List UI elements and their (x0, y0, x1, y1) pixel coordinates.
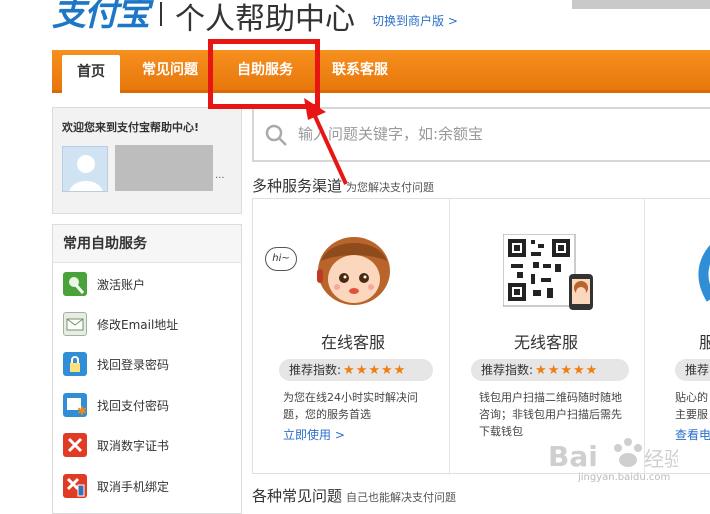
watermark-text: Bai (548, 440, 598, 473)
annotation-arrow-icon (304, 98, 348, 185)
watermark-text-2: 经验 (644, 447, 678, 471)
service-item-activate[interactable]: 激活账户 (63, 269, 145, 299)
rating-badge: 推荐指数: ★★★★★ (471, 359, 629, 381)
common-services-panel: 常用自助服务 激活账户 修改Email地址 找回登录密码 ✱ 找回支付密码 取消… (52, 224, 242, 514)
search-icon (265, 124, 287, 146)
channel-title: 在线客服 (321, 333, 386, 352)
tab-home-label: 首页 (77, 64, 105, 80)
services-title: 常用自助服务 (53, 225, 241, 263)
header: 支付宝 个人帮助中心 切换到商户版 > (0, 0, 710, 45)
rating-label: 推荐指数: (289, 363, 342, 377)
alipay-logo[interactable]: 支付宝 (52, 0, 150, 35)
svg-text:✱: ✱ (77, 404, 87, 417)
welcome-text: 欢迎您来到支付宝帮助中心! (62, 121, 200, 134)
tab-home[interactable]: 首页 (62, 55, 120, 93)
channels-subtitle: 为您解决支付问题 (346, 181, 435, 194)
rating-label: 推荐 (685, 363, 710, 377)
use-now-link[interactable]: 立即使用 > (283, 426, 345, 443)
description-line: 钱包用户扫描二维码随时随地 (479, 391, 622, 404)
phone-service-icon (698, 245, 710, 302)
description-line: 咨询；非钱包用户扫描后需先 (479, 408, 622, 421)
divider (449, 199, 450, 475)
service-item-cancel-certificate[interactable]: 取消数字证书 (63, 430, 169, 460)
service-item-email[interactable]: 修改Email地址 (63, 309, 178, 339)
username-ellipsis: ... (215, 170, 225, 181)
faq-subtitle: 自己也能解决支付问题 (346, 491, 457, 504)
qr-code-icon (503, 234, 593, 310)
user-avatar-icon (69, 155, 103, 191)
cancel-certificate-icon (63, 433, 87, 457)
service-label: 取消手机绑定 (97, 479, 170, 494)
service-label: 找回支付密码 (97, 398, 170, 413)
service-label: 取消数字证书 (97, 438, 170, 453)
channel-description: 为您在线24小时实时解决问 题，您的服务首选 (283, 389, 418, 423)
header-right-block (572, 0, 710, 9)
description-line: 题，您的服务首选 (283, 408, 371, 421)
logo-divider (160, 2, 162, 26)
pay-password-icon: ✱ (63, 393, 87, 418)
service-item-pay-password[interactable]: ✱ 找回支付密码 (63, 390, 169, 420)
cancel-phone-icon (63, 474, 87, 498)
watermark-url: jingyan.baidu.com (578, 472, 671, 483)
rating-label: 推荐指数: (481, 363, 534, 377)
rating-badge: 推荐指数: ★★★★★ (279, 359, 433, 381)
view-link[interactable]: 查看电 (675, 426, 710, 443)
description-line: 贴心的 (675, 391, 708, 404)
tab-contact[interactable]: 联系客服 (332, 50, 388, 90)
channel-description: 贴心的 主要服 (675, 389, 708, 423)
tab-faq-label: 常见问题 (142, 62, 198, 78)
welcome-panel: 欢迎您来到支付宝帮助中心! ... (52, 107, 242, 214)
description-line: 主要服 (675, 408, 708, 421)
service-item-login-password[interactable]: 找回登录密码 (63, 349, 169, 379)
service-label: 修改Email地址 (97, 317, 179, 332)
page-title: 个人帮助中心 (175, 2, 355, 37)
main-nav: 首页 常见问题 自助服务 联系客服 (52, 50, 710, 93)
service-label: 找回登录密码 (97, 357, 170, 372)
channel-title: 服 (699, 333, 710, 352)
tab-faq[interactable]: 常见问题 (142, 50, 198, 90)
avatar[interactable] (62, 146, 108, 192)
hi-bubble: hi~ (265, 247, 297, 271)
star-rating-icon: ★★★★★ (343, 363, 407, 378)
tab-contact-label: 联系客服 (332, 62, 388, 78)
service-label: 激活账户 (97, 277, 146, 292)
faq-title: 各种常见问题 (252, 487, 343, 505)
star-rating-icon: ★★★★★ (535, 363, 599, 378)
rating-badge: 推荐 (675, 359, 710, 381)
customer-service-girl-icon (317, 237, 390, 305)
baidu-paw-icon: Bai 经验 (548, 438, 684, 473)
email-edit-icon (63, 312, 87, 336)
channel-title: 无线客服 (514, 333, 579, 352)
login-password-icon (63, 352, 87, 376)
activate-account-icon (63, 272, 87, 296)
faq-heading: 各种常见问题 自己也能解决支付问题 (252, 485, 456, 506)
switch-merchant-link[interactable]: 切换到商户版 > (372, 12, 458, 29)
description-line: 为您在线24小时实时解决问 (283, 391, 418, 404)
service-item-cancel-phone[interactable]: 取消手机绑定 (63, 471, 169, 501)
username-redacted (115, 145, 213, 191)
